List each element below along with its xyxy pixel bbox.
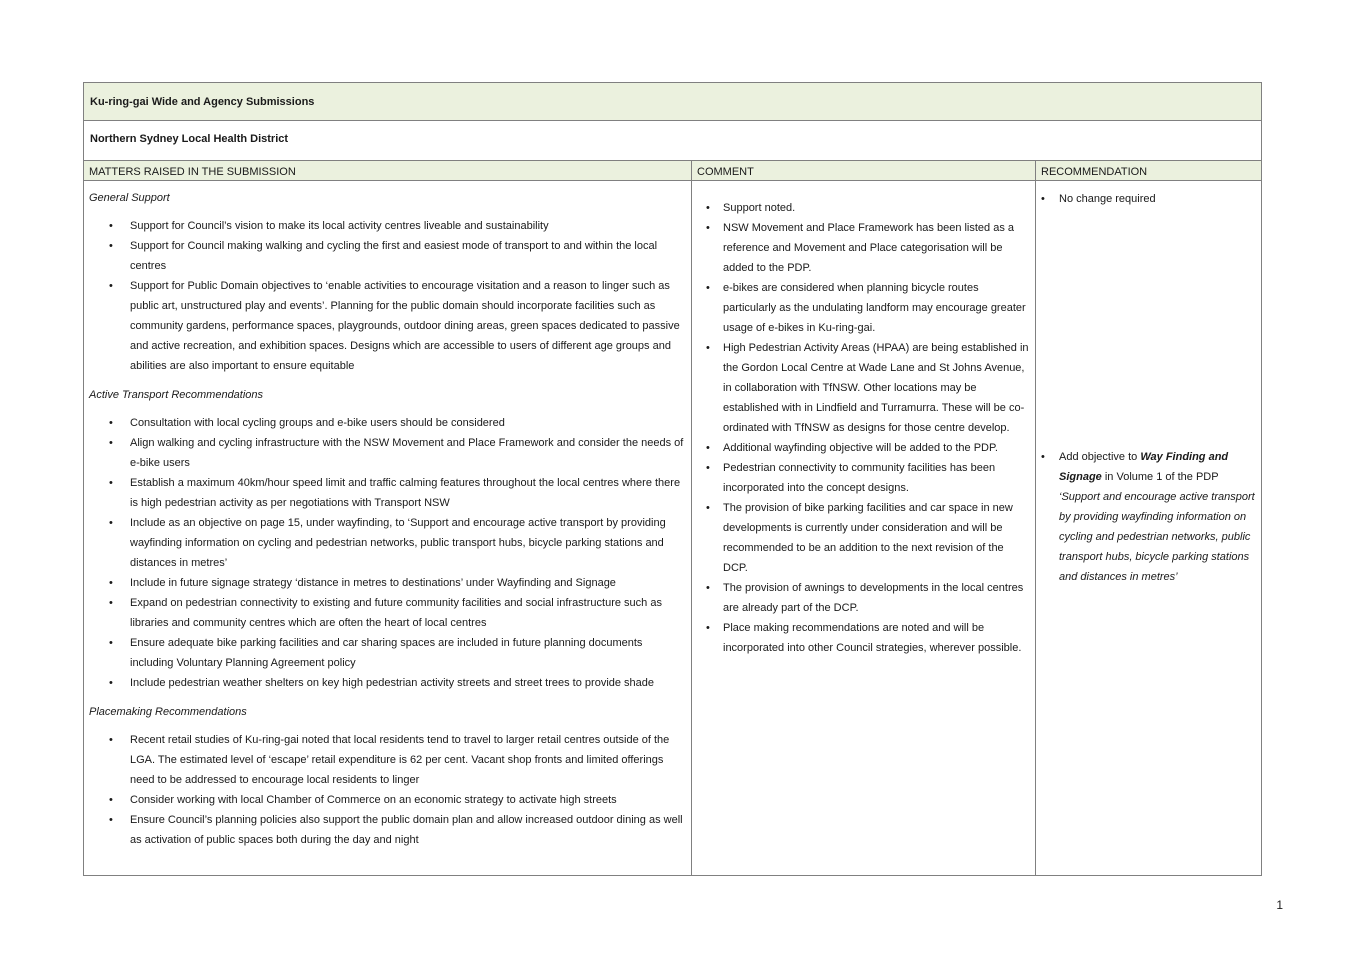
recommendation-list-2: Add objective to Way Finding and Signage… — [1036, 447, 1261, 587]
list-item: NSW Movement and Place Framework has bee… — [692, 218, 1035, 278]
submissions-table: Ku-ring-gai Wide and Agency Submissions … — [83, 82, 1262, 876]
list-item: Expand on pedestrian connectivity to exi… — [84, 593, 691, 633]
section-heading-active-transport: Active Transport Recommendations — [89, 389, 264, 401]
table-body-row: General Support Support for Council’s vi… — [84, 181, 1261, 875]
active-transport-list: Consultation with local cycling groups a… — [84, 413, 691, 693]
list-item: Consider working with local Chamber of C… — [84, 790, 691, 810]
list-item: No change required — [1036, 189, 1261, 209]
recommendation-quote: ‘Support and encourage active transport … — [1059, 491, 1255, 583]
header-comment: COMMENT — [692, 161, 1036, 180]
list-item: Include as an objective on page 15, unde… — [84, 513, 691, 573]
list-item: Pedestrian connectivity to community fac… — [692, 458, 1035, 498]
recommendation-column: No change required Add objective to Way … — [1036, 181, 1261, 875]
list-item: High Pedestrian Activity Areas (HPAA) ar… — [692, 338, 1035, 438]
list-item: Support for Public Domain objectives to … — [84, 276, 691, 376]
recommendation-prefix: Add objective to — [1059, 451, 1141, 463]
list-item: Ensure Council’s planning policies also … — [84, 810, 691, 850]
list-item: Additional wayfinding objective will be … — [692, 438, 1035, 458]
section-heading-placemaking: Placemaking Recommendations — [89, 706, 247, 718]
section-heading-general-support: General Support — [89, 192, 170, 204]
list-item: e-bikes are considered when planning bic… — [692, 278, 1035, 338]
table-title: Ku-ring-gai Wide and Agency Submissions — [84, 83, 1261, 121]
list-item: Support noted. — [692, 198, 1035, 218]
general-support-list: Support for Council’s vision to make its… — [84, 216, 691, 376]
list-item: Establish a maximum 40km/hour speed limi… — [84, 473, 691, 513]
page-number: 1 — [1276, 898, 1283, 912]
list-item: Add objective to Way Finding and Signage… — [1036, 447, 1261, 587]
recommendation-suffix: in Volume 1 of the PDP — [1101, 471, 1219, 483]
list-item: Include pedestrian weather shelters on k… — [84, 673, 691, 693]
placemaking-list: Recent retail studies of Ku-ring-gai not… — [84, 730, 691, 850]
list-item: Consultation with local cycling groups a… — [84, 413, 691, 433]
submitter-name: Northern Sydney Local Health District — [84, 121, 1261, 161]
comment-column: Support noted. NSW Movement and Place Fr… — [692, 181, 1036, 875]
list-item: The provision of bike parking facilities… — [692, 498, 1035, 578]
column-headers: MATTERS RAISED IN THE SUBMISSION COMMENT… — [84, 161, 1261, 181]
list-item: Support for Council making walking and c… — [84, 236, 691, 276]
comment-list: Support noted. NSW Movement and Place Fr… — [692, 198, 1035, 658]
matters-column: General Support Support for Council’s vi… — [84, 181, 692, 875]
header-matters: MATTERS RAISED IN THE SUBMISSION — [84, 161, 692, 180]
list-item: Recent retail studies of Ku-ring-gai not… — [84, 730, 691, 790]
list-item: Align walking and cycling infrastructure… — [84, 433, 691, 473]
list-item: Ensure adequate bike parking facilities … — [84, 633, 691, 673]
header-recommendation: RECOMMENDATION — [1041, 166, 1148, 178]
recommendation-list-1: No change required — [1036, 189, 1261, 209]
list-item: The provision of awnings to developments… — [692, 578, 1035, 618]
list-item: Include in future signage strategy ‘dist… — [84, 573, 691, 593]
list-item: Support for Council’s vision to make its… — [84, 216, 691, 236]
list-item: Place making recommendations are noted a… — [692, 618, 1035, 658]
